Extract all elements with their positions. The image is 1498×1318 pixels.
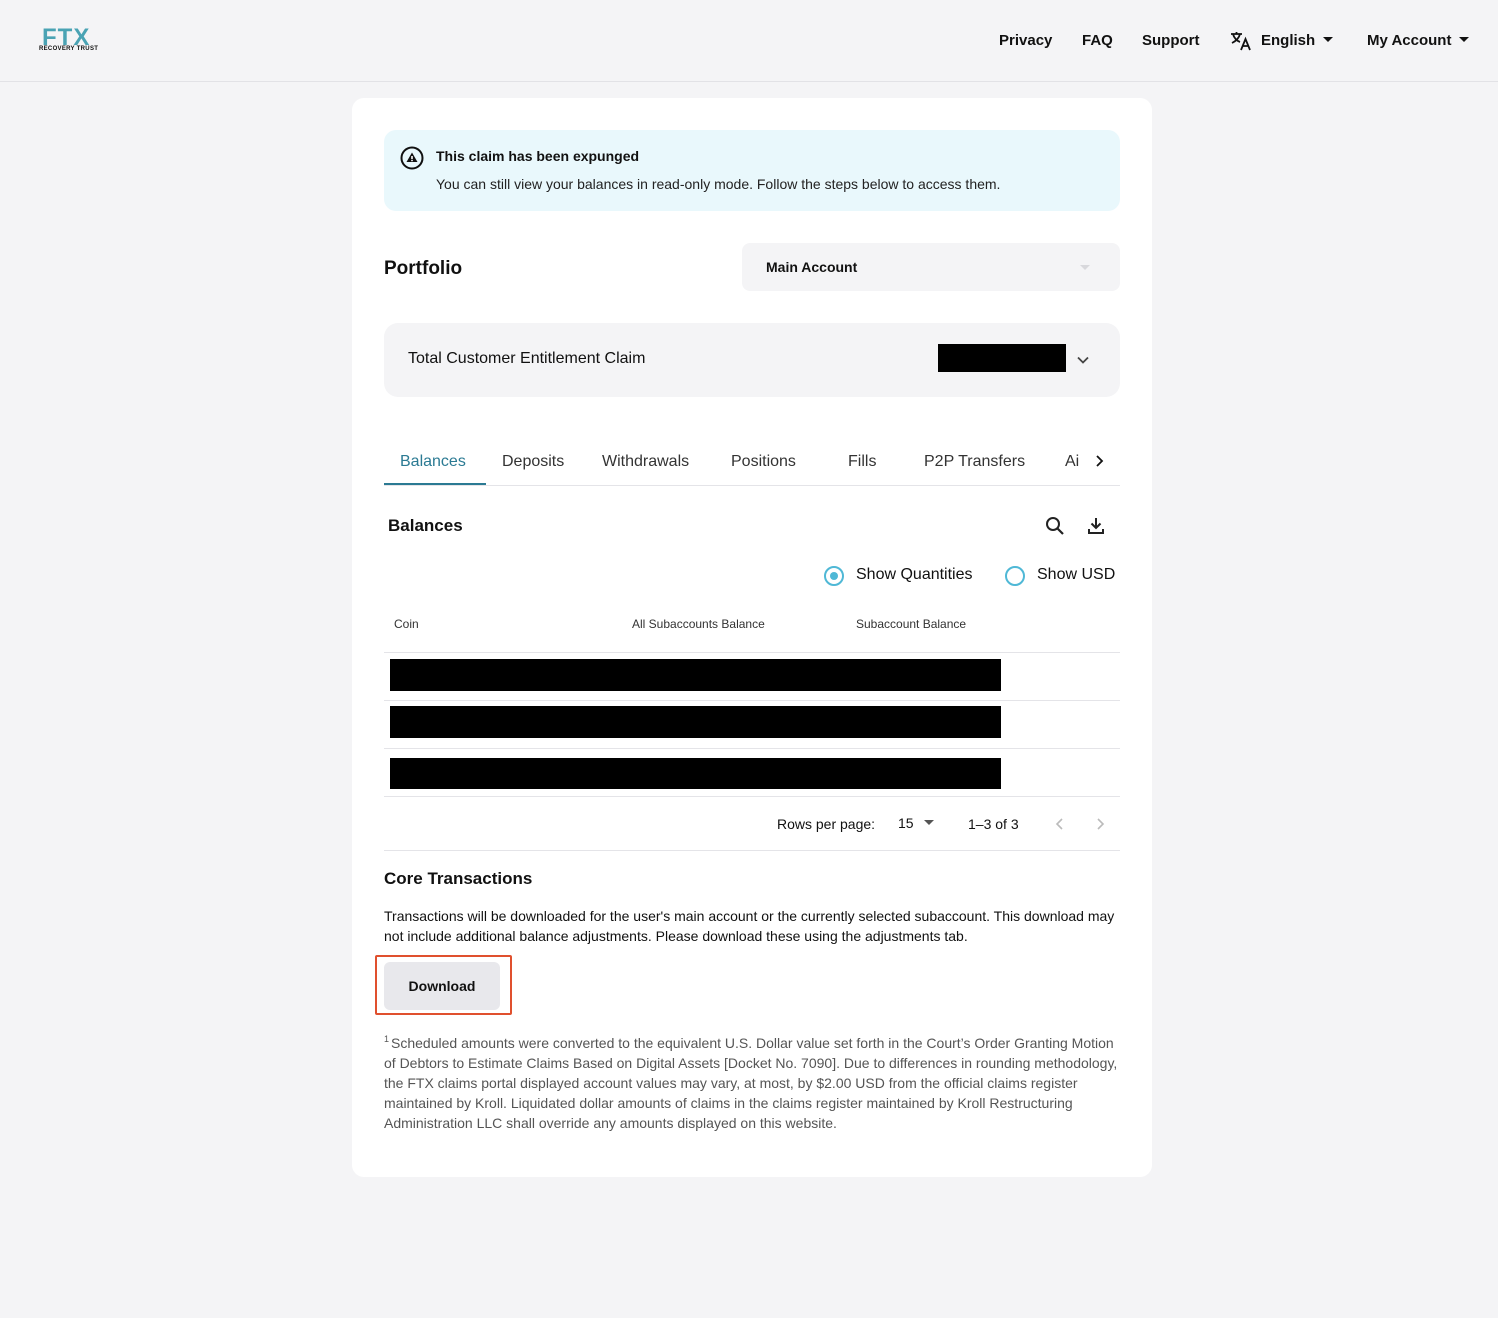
- tabs-scroll-right-icon[interactable]: [1092, 451, 1108, 471]
- chevron-down-icon: [1323, 37, 1334, 42]
- download-icon[interactable]: [1084, 514, 1108, 538]
- search-icon[interactable]: [1043, 514, 1067, 538]
- chevron-down-icon: [1459, 37, 1470, 42]
- footnote-marker: 1: [384, 1034, 390, 1044]
- tab-deposits[interactable]: Deposits: [502, 453, 564, 471]
- nav-faq-link[interactable]: FAQ: [1082, 32, 1113, 49]
- rows-per-page-select[interactable]: 15: [898, 815, 934, 831]
- ftx-logo[interactable]: FTX RECOVERY TRUST: [38, 24, 104, 56]
- table-divider: [384, 652, 1120, 653]
- tab-balances[interactable]: Balances: [400, 453, 466, 471]
- radio-selected-icon: [824, 566, 844, 586]
- top-nav-bar: FTX RECOVERY TRUST Privacy FAQ Support E…: [0, 0, 1498, 82]
- active-tab-indicator: [384, 483, 486, 485]
- tab-fills[interactable]: Fills: [848, 453, 876, 471]
- my-account-dropdown[interactable]: My Account: [1367, 32, 1470, 49]
- logo-subtext: RECOVERY TRUST: [39, 46, 99, 52]
- expunged-alert: This claim has been expunged You can sti…: [384, 130, 1120, 211]
- portfolio-title: Portfolio: [384, 258, 463, 279]
- table-divider: [384, 796, 1120, 797]
- warning-icon: [400, 146, 424, 170]
- tab-withdrawals[interactable]: Withdrawals: [602, 453, 689, 471]
- tab-ai[interactable]: Ai: [1065, 453, 1079, 471]
- highlight-annotation-box: [375, 955, 512, 1015]
- tab-p2p-transfers[interactable]: P2P Transfers: [924, 453, 1025, 471]
- rows-per-page-value: 15: [898, 815, 914, 831]
- portfolio-tabs: Balances Deposits Withdrawals Positions …: [384, 438, 1120, 486]
- tab-positions[interactable]: Positions: [731, 453, 796, 471]
- alert-text: You can still view your balances in read…: [436, 176, 1001, 192]
- language-dropdown[interactable]: English: [1261, 32, 1334, 49]
- footnote: 1 Scheduled amounts were converted to the…: [384, 1029, 1120, 1133]
- rows-per-page-label: Rows per page:: [777, 816, 876, 832]
- column-header-subaccount-balance[interactable]: Subaccount Balance: [856, 617, 966, 631]
- chevron-down-icon: [1080, 265, 1090, 270]
- footnote-text: Scheduled amounts were converted to the …: [384, 1035, 1118, 1131]
- balances-title: Balances: [388, 516, 463, 535]
- pagination-range: 1–3 of 3: [968, 816, 1019, 832]
- nav-support-link[interactable]: Support: [1142, 32, 1200, 49]
- entitlement-claim-accordion[interactable]: Total Customer Entitlement Claim: [384, 323, 1120, 397]
- column-header-all-subaccounts-balance[interactable]: All Subaccounts Balance: [632, 617, 765, 631]
- redacted-claim-amount: [938, 344, 1066, 372]
- redacted-table-row: [390, 659, 1001, 691]
- redacted-table-row: [390, 758, 1001, 789]
- translate-icon[interactable]: [1229, 29, 1253, 53]
- core-transactions-description: Transactions will be downloaded for the …: [384, 908, 1115, 944]
- radio-unselected-icon: [1005, 566, 1025, 586]
- show-usd-label: Show USD: [1037, 566, 1116, 583]
- table-divider: [384, 700, 1120, 701]
- chevron-down-icon: [923, 820, 934, 825]
- redacted-table-row: [390, 706, 1001, 738]
- next-page-icon[interactable]: [1091, 815, 1109, 833]
- alert-title: This claim has been expunged: [436, 148, 640, 164]
- nav-privacy-link[interactable]: Privacy: [999, 32, 1052, 49]
- section-divider: [384, 850, 1120, 851]
- previous-page-icon[interactable]: [1051, 815, 1069, 833]
- show-quantities-label: Show Quantities: [856, 566, 973, 583]
- language-label: English: [1261, 32, 1316, 49]
- my-account-label: My Account: [1367, 32, 1452, 49]
- portfolio-card: This claim has been expunged You can sti…: [352, 98, 1152, 1177]
- core-transactions-title: Core Transactions: [384, 869, 533, 888]
- table-divider: [384, 748, 1120, 749]
- chevron-down-icon: [1077, 356, 1089, 364]
- column-header-coin[interactable]: Coin: [394, 617, 419, 631]
- claim-label: Total Customer Entitlement Claim: [408, 350, 646, 367]
- account-select[interactable]: Main Account: [742, 243, 1120, 291]
- account-select-value: Main Account: [766, 259, 858, 275]
